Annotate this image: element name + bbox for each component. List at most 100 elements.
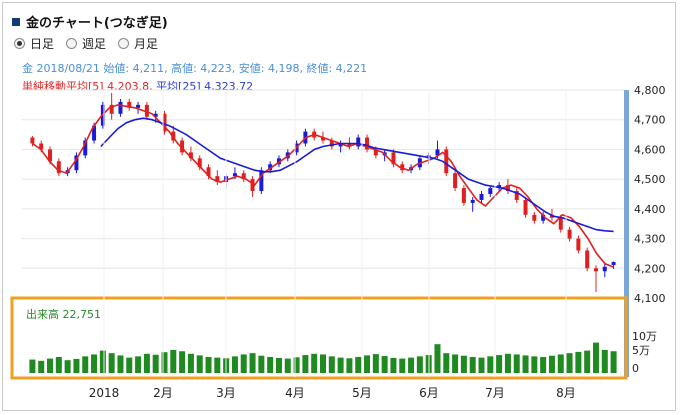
candle-body	[453, 173, 458, 189]
candle-body	[461, 188, 466, 203]
volume-bar	[522, 355, 529, 373]
y-tick-label: 4,400	[634, 203, 666, 216]
volume-bar	[91, 354, 98, 373]
volume-label: 出来高 22,751	[26, 308, 101, 321]
volume-bar	[117, 355, 124, 373]
volume-bar	[126, 357, 133, 373]
price-plot-area	[22, 90, 624, 298]
volume-bar	[610, 351, 617, 373]
volume-bar	[592, 342, 599, 373]
volume-bar	[548, 355, 555, 373]
volume-bar	[170, 349, 177, 373]
x-tick-label: 8月	[556, 386, 576, 400]
y-tick-label: 4,300	[634, 233, 666, 246]
volume-bar	[73, 358, 80, 373]
volume-bar	[416, 356, 423, 373]
volume-bar	[29, 359, 36, 373]
candle-body	[593, 268, 598, 272]
candlestick-chart: 4,800 4,700 4,600 4,500 4,400 4,300 4,200 4,100…	[10, 84, 666, 400]
volume-bar	[179, 351, 186, 373]
volume-bar	[443, 353, 450, 373]
volume-bar	[275, 357, 282, 373]
volume-bar	[302, 355, 309, 373]
volume-bar	[249, 353, 256, 373]
volume-bar	[320, 354, 326, 373]
volume-bar	[566, 353, 573, 373]
y-tick-label: 4,500	[634, 173, 666, 186]
candle-body	[470, 199, 475, 203]
x-tick-label: 4月	[285, 386, 305, 400]
volume-bar	[311, 353, 318, 373]
volume-bar	[460, 355, 467, 373]
x-tick-label: 2月	[153, 386, 173, 400]
volume-bar	[231, 356, 238, 373]
volume-bar	[214, 357, 221, 373]
volume-bar	[355, 357, 362, 373]
candle-body	[558, 217, 563, 230]
volume-bar	[258, 355, 265, 373]
volume-bar	[205, 357, 212, 373]
volume-bar	[504, 353, 511, 373]
y-tick-label: 4,600	[634, 143, 666, 156]
volume-bar	[152, 354, 159, 373]
x-tick-label: 5月	[352, 386, 372, 400]
candle-body	[488, 188, 493, 194]
volume-bar	[452, 354, 459, 373]
volume-bar	[337, 357, 344, 373]
volume-bar	[328, 356, 335, 373]
volume-bar	[496, 355, 503, 373]
volume-bar	[531, 356, 538, 373]
volume-bar	[513, 354, 520, 373]
x-tick-label: 3月	[216, 386, 236, 400]
volume-bar	[267, 357, 274, 373]
volume-bar	[557, 354, 564, 373]
volume-bar	[108, 353, 115, 373]
volume-bar	[381, 356, 388, 373]
volume-bar	[82, 356, 89, 373]
candle-body	[444, 149, 449, 174]
candle-body	[118, 101, 123, 114]
volume-bar	[143, 353, 150, 373]
candle-body	[232, 173, 237, 177]
volume-bar	[601, 349, 608, 373]
volume-bar	[390, 357, 397, 373]
volume-bar	[135, 356, 142, 373]
volume-bar	[38, 360, 45, 373]
volume-tick-label: 5万	[632, 344, 650, 357]
volume-bar	[293, 357, 300, 373]
volume-bar	[584, 350, 591, 373]
volume-bar	[575, 351, 582, 373]
volume-bar	[372, 354, 379, 373]
volume-bar	[469, 357, 476, 373]
candle-body	[523, 199, 528, 215]
volume-bar	[346, 358, 353, 373]
y-tick-label: 4,200	[634, 262, 666, 275]
candle-body	[611, 262, 616, 266]
candle-body	[576, 238, 581, 251]
x-tick-label: 6月	[419, 386, 439, 400]
volume-bar	[434, 344, 441, 373]
volume-bar	[187, 353, 194, 373]
x-tick-label: 2018	[89, 386, 120, 400]
volume-bar	[540, 357, 547, 373]
candle-body	[532, 214, 537, 221]
volume-bar	[364, 355, 371, 373]
volume-bar	[47, 358, 54, 373]
volume-bar	[399, 358, 406, 373]
volume-bar	[55, 357, 62, 373]
candle-body	[136, 104, 141, 108]
candle-body	[585, 250, 590, 269]
volume-bar	[161, 352, 168, 373]
candle-body	[479, 194, 484, 200]
volume-tick-label: 0	[632, 362, 639, 375]
volume-bar	[240, 354, 247, 373]
volume-bar	[478, 357, 485, 373]
y-tick-label: 4,800	[634, 84, 666, 97]
volume-bar	[99, 350, 106, 373]
candle-body	[30, 137, 35, 144]
y-tick-label: 4,100	[634, 292, 666, 305]
volume-bar	[487, 356, 494, 373]
volume-tick-label: 10万	[632, 330, 657, 343]
volume-bar	[196, 355, 203, 373]
volume-bar	[408, 357, 415, 373]
